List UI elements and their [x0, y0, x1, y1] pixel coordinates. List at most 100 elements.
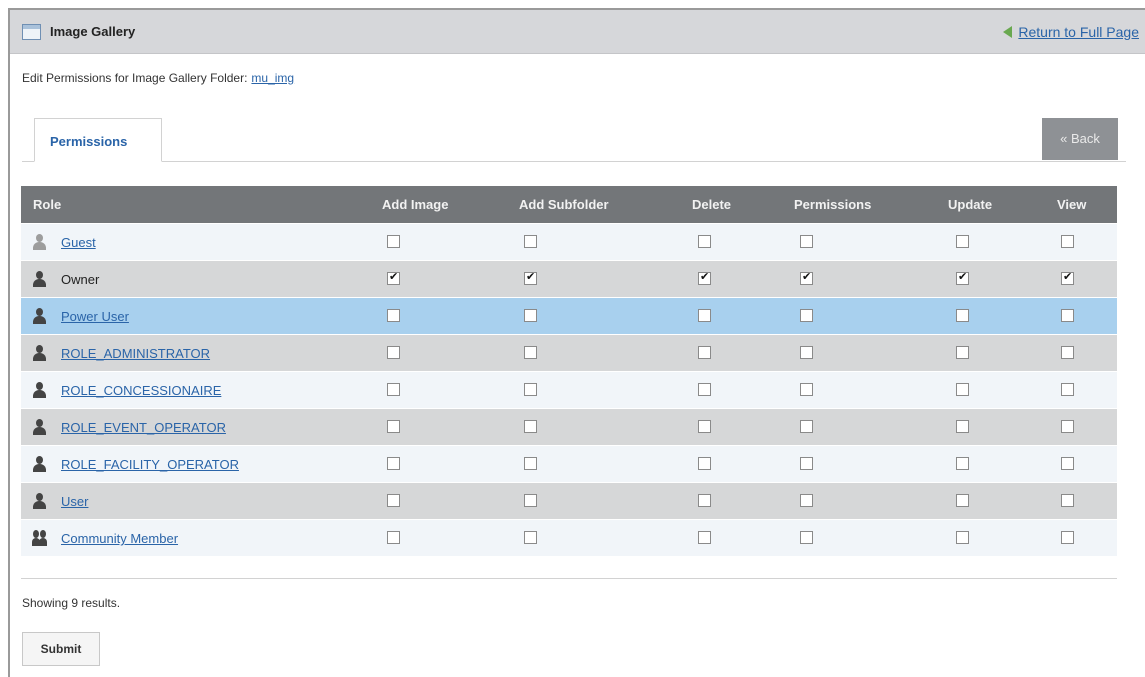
checkbox-add-image[interactable] — [387, 531, 400, 544]
user-icon — [32, 271, 46, 287]
return-to-full-page-link[interactable]: Return to Full Page — [1003, 24, 1139, 40]
submit-button[interactable]: Submit — [22, 632, 100, 666]
edit-permissions-label: Edit Permissions for Image Gallery Folde… — [22, 71, 248, 85]
table-row: Guest — [21, 223, 1117, 260]
column-header-add-image: Add Image — [382, 197, 449, 212]
checkbox-view[interactable] — [1061, 494, 1074, 507]
checkbox-add-subfolder[interactable] — [524, 346, 537, 359]
column-header-permissions: Permissions — [794, 197, 872, 212]
checkbox-permissions[interactable] — [800, 457, 813, 470]
checkbox-permissions[interactable] — [800, 346, 813, 359]
table-body: Guest Owner Power User ROLE_ADMINISTRATOR RO… — [21, 223, 1117, 556]
checkbox-delete[interactable] — [698, 270, 711, 285]
checkbox-delete[interactable] — [698, 383, 711, 396]
checkbox-update[interactable] — [956, 457, 969, 470]
checkbox-add-image[interactable] — [387, 383, 400, 396]
checkbox-permissions[interactable] — [800, 494, 813, 507]
checkbox-add-subfolder[interactable] — [524, 420, 537, 433]
checkbox-permissions[interactable] — [800, 309, 813, 322]
checkbox-update[interactable] — [956, 531, 969, 544]
checkbox-add-image[interactable] — [387, 309, 400, 322]
checkbox-view[interactable] — [1061, 346, 1074, 359]
portlet-window-icon — [22, 24, 41, 40]
checkbox-update[interactable] — [956, 270, 969, 285]
checkbox-view[interactable] — [1061, 309, 1074, 322]
role-name[interactable]: Community Member — [61, 531, 178, 546]
table-header: Role Add Image Add Subfolder Delete Perm… — [21, 186, 1117, 223]
tab-permissions[interactable]: Permissions — [34, 118, 162, 162]
checkbox-delete[interactable] — [698, 531, 711, 544]
role-name[interactable]: User — [61, 494, 88, 509]
checkbox-view[interactable] — [1061, 531, 1074, 544]
checkbox-add-image[interactable] — [387, 270, 400, 285]
user-icon — [32, 345, 46, 361]
checkbox-update[interactable] — [956, 383, 969, 396]
checkbox-add-image[interactable] — [387, 457, 400, 470]
checkbox-view[interactable] — [1061, 270, 1074, 285]
checkbox-permissions[interactable] — [800, 531, 813, 544]
checkbox-update[interactable] — [956, 309, 969, 322]
checkbox-permissions[interactable] — [800, 235, 813, 248]
checkbox-add-image[interactable] — [387, 420, 400, 433]
table-row: Power User — [21, 297, 1117, 334]
role-name[interactable]: Guest — [61, 235, 96, 250]
checkbox-add-subfolder[interactable] — [524, 309, 537, 322]
column-header-delete: Delete — [692, 197, 732, 212]
role-name[interactable]: ROLE_ADMINISTRATOR — [61, 346, 210, 361]
checkbox-update[interactable] — [956, 235, 969, 248]
checkbox-view[interactable] — [1061, 383, 1074, 396]
checkbox-permissions[interactable] — [800, 383, 813, 396]
results-count: Showing 9 results. — [22, 596, 121, 610]
return-link-label: Return to Full Page — [1018, 24, 1139, 40]
checkbox-delete[interactable] — [698, 309, 711, 322]
user-icon — [32, 382, 46, 398]
role-name: Owner — [61, 272, 100, 287]
checkbox-delete[interactable] — [698, 346, 711, 359]
checkbox-add-subfolder[interactable] — [524, 531, 537, 544]
checkbox-add-image[interactable] — [387, 235, 400, 248]
column-header-add-subfolder: Add Subfolder — [519, 197, 609, 212]
table-row: ROLE_ADMINISTRATOR — [21, 334, 1117, 371]
checkbox-update[interactable] — [956, 494, 969, 507]
tabs-divider — [22, 161, 1126, 162]
user-icon — [32, 493, 46, 509]
table-row: Community Member — [21, 519, 1117, 556]
table-row: User — [21, 482, 1117, 519]
column-header-update: Update — [948, 197, 993, 212]
checkbox-view[interactable] — [1061, 457, 1074, 470]
edit-permissions-heading: Edit Permissions for Image Gallery Folde… — [22, 71, 294, 85]
back-arrow-icon — [1003, 26, 1013, 38]
table-row: ROLE_EVENT_OPERATOR — [21, 408, 1117, 445]
checkbox-add-image[interactable] — [387, 346, 400, 359]
permissions-table: Role Add Image Add Subfolder Delete Perm… — [21, 186, 1117, 556]
checkbox-add-image[interactable] — [387, 494, 400, 507]
back-button[interactable]: « Back — [1042, 118, 1118, 160]
column-header-role: Role — [33, 197, 62, 212]
user-icon — [32, 419, 46, 435]
checkbox-delete[interactable] — [698, 494, 711, 507]
checkbox-add-subfolder[interactable] — [524, 235, 537, 248]
role-name[interactable]: ROLE_CONCESSIONAIRE — [61, 383, 221, 398]
checkbox-add-subfolder[interactable] — [524, 457, 537, 470]
portlet-header: Image Gallery Return to Full Page — [10, 10, 1145, 54]
checkbox-delete[interactable] — [698, 420, 711, 433]
checkbox-view[interactable] — [1061, 235, 1074, 248]
checkbox-update[interactable] — [956, 346, 969, 359]
checkbox-add-subfolder[interactable] — [524, 383, 537, 396]
folder-link[interactable]: mu_img — [251, 71, 294, 85]
checkbox-add-subfolder[interactable] — [524, 494, 537, 507]
role-name[interactable]: Power User — [61, 309, 129, 324]
checkbox-add-subfolder[interactable] — [524, 270, 537, 285]
group-icon — [32, 530, 47, 546]
checkbox-permissions[interactable] — [800, 270, 813, 285]
checkbox-view[interactable] — [1061, 420, 1074, 433]
role-name[interactable]: ROLE_FACILITY_OPERATOR — [61, 457, 239, 472]
checkbox-delete[interactable] — [698, 457, 711, 470]
column-header-view: View — [1057, 197, 1087, 212]
checkbox-delete[interactable] — [698, 235, 711, 248]
user-icon — [32, 456, 46, 472]
checkbox-update[interactable] — [956, 420, 969, 433]
user-icon — [32, 308, 46, 324]
checkbox-permissions[interactable] — [800, 420, 813, 433]
role-name[interactable]: ROLE_EVENT_OPERATOR — [61, 420, 226, 435]
